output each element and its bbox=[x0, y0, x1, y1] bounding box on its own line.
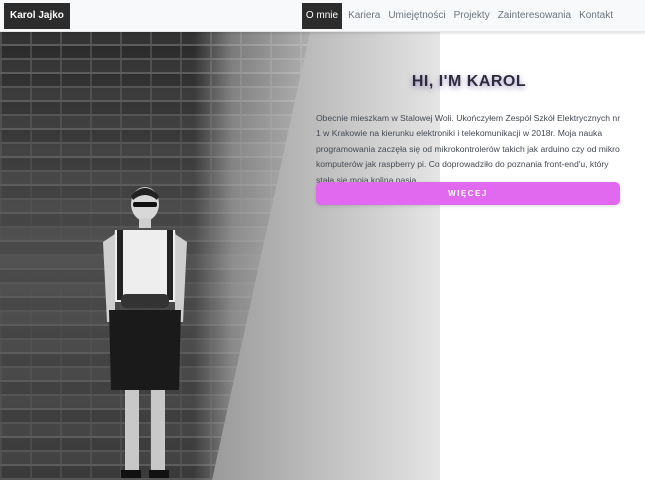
nav-link-projekty[interactable]: Projekty bbox=[450, 3, 494, 29]
brand-logo[interactable]: Karol Jajko bbox=[4, 3, 70, 29]
nav-links: O mnie Kariera Umiejętności Projekty Zai… bbox=[301, 3, 617, 29]
more-button[interactable]: WIĘCEJ bbox=[316, 182, 620, 205]
nav-link-kontakt[interactable]: Kontakt bbox=[575, 3, 617, 29]
navbar: Karol Jajko O mnie Kariera Umiejętności … bbox=[0, 0, 645, 32]
nav-link-kariera[interactable]: Kariera bbox=[344, 3, 384, 29]
nav-link-o-mnie[interactable]: O mnie bbox=[301, 3, 343, 29]
nav-link-umiejetnosci[interactable]: Umiejętności bbox=[384, 3, 449, 29]
about-description: Obecnie mieszkam w Stalowej Woli. Ukończ… bbox=[316, 112, 621, 185]
hero-section: HI, I'M KAROL Obecnie mieszkam w Stalowe… bbox=[0, 32, 645, 480]
nav-link-zainteresowania[interactable]: Zainteresowania bbox=[494, 3, 575, 29]
page-title: HI, I'M KAROL bbox=[411, 72, 527, 90]
